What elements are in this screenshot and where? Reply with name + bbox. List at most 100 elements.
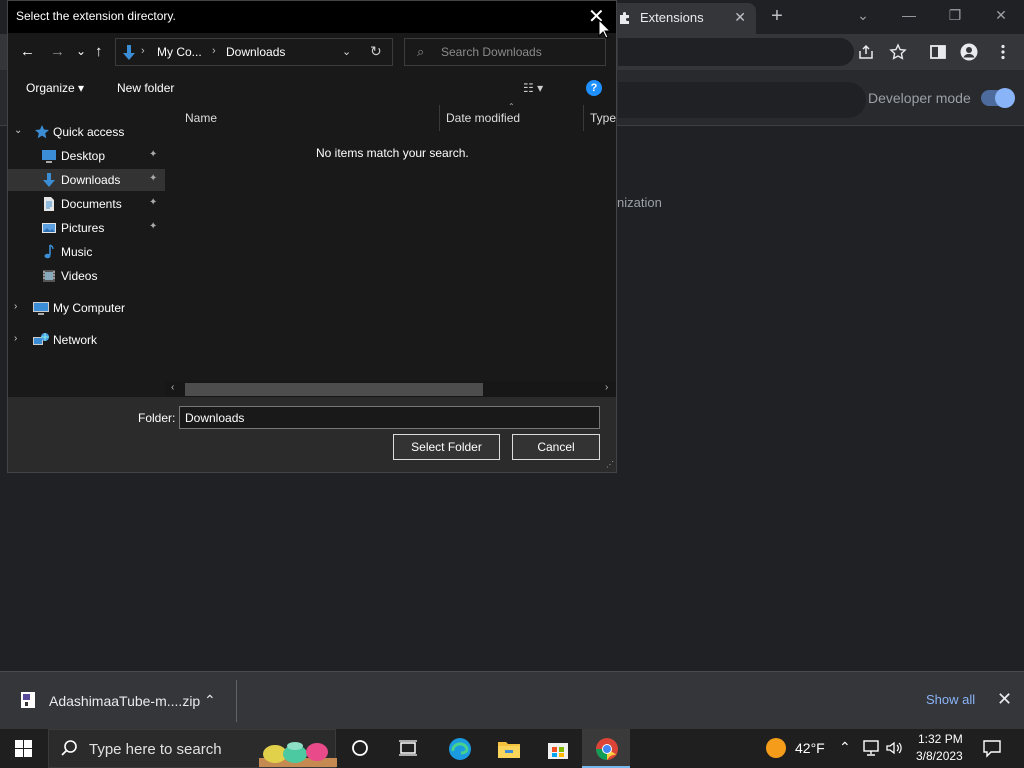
edge-app[interactable] bbox=[435, 729, 483, 768]
downloads-icon bbox=[43, 173, 55, 187]
clock-date[interactable]: 3/8/2023 bbox=[916, 749, 963, 763]
breadcrumb-separator: › bbox=[141, 45, 145, 57]
cortana-button[interactable] bbox=[336, 729, 384, 768]
column-separator[interactable] bbox=[583, 105, 584, 131]
developer-mode-toggle[interactable] bbox=[981, 88, 1015, 108]
scroll-right-icon[interactable]: › bbox=[605, 382, 608, 393]
back-arrow-icon[interactable]: ← bbox=[20, 43, 35, 60]
up-arrow-icon[interactable]: ↑ bbox=[95, 43, 103, 60]
task-view-button[interactable] bbox=[384, 729, 432, 768]
download-item[interactable]: AdashimaaTube-m....zip ⌃ bbox=[8, 682, 228, 720]
desktop-icon bbox=[42, 150, 56, 163]
minimize-icon[interactable]: — bbox=[894, 5, 924, 27]
tab-close-icon[interactable]: ✕ bbox=[734, 9, 746, 26]
omnibox[interactable] bbox=[618, 38, 854, 66]
bookmark-star-icon[interactable] bbox=[889, 43, 907, 61]
forward-arrow-icon[interactable]: → bbox=[50, 43, 65, 60]
tree-item-music[interactable]: Music bbox=[8, 241, 165, 263]
tree-item-documents[interactable]: Documents ✦ bbox=[8, 193, 165, 215]
horizontal-scrollbar[interactable]: ‹ › bbox=[165, 381, 616, 397]
breadcrumb-downloads[interactable]: Downloads bbox=[226, 45, 285, 59]
extensions-body-text: nization bbox=[617, 195, 662, 210]
address-dropdown-chevron-icon[interactable]: ⌄ bbox=[342, 45, 351, 58]
resize-grip-icon[interactable]: ⋰ bbox=[606, 460, 614, 469]
download-bar-close-icon[interactable]: ✕ bbox=[997, 689, 1012, 710]
address-bar[interactable]: › My Co... › Downloads ⌄ ↻ bbox=[115, 38, 393, 66]
tree-label: Music bbox=[61, 245, 93, 259]
organize-button[interactable]: Organize ▾ bbox=[26, 81, 84, 95]
pin-icon: ✦ bbox=[149, 149, 158, 160]
music-note-icon bbox=[44, 244, 54, 259]
weather-temperature[interactable]: 42°F bbox=[795, 740, 825, 756]
new-folder-button[interactable]: New folder bbox=[117, 81, 174, 95]
notification-icon[interactable] bbox=[982, 738, 1002, 758]
tab-search-icon[interactable]: ⌄ bbox=[848, 5, 878, 27]
tree-item-videos[interactable]: Videos bbox=[8, 265, 165, 287]
network-icon[interactable] bbox=[861, 739, 881, 757]
tree-item-downloads[interactable]: Downloads ✦ bbox=[8, 169, 165, 191]
tree-item-quick-access[interactable]: ⌄ Quick access bbox=[8, 121, 165, 143]
tree-item-my-computer[interactable]: › My Computer bbox=[8, 297, 165, 319]
extensions-search-field[interactable] bbox=[618, 82, 866, 118]
dialog-titlebar[interactable]: Select the extension directory. ✕ bbox=[8, 1, 616, 33]
breadcrumb-my-computer[interactable]: My Co... bbox=[157, 45, 202, 59]
tree-item-desktop[interactable]: Desktop ✦ bbox=[8, 145, 165, 167]
weather-sun-icon[interactable] bbox=[766, 738, 786, 758]
file-explorer-app[interactable] bbox=[484, 729, 532, 768]
side-panel-icon[interactable] bbox=[929, 43, 947, 61]
column-separator[interactable] bbox=[439, 105, 440, 131]
tree-label: Videos bbox=[61, 269, 98, 283]
show-all-link[interactable]: Show all bbox=[926, 692, 975, 707]
column-header-type[interactable]: Type bbox=[590, 111, 616, 125]
column-header-date-modified[interactable]: Date modified bbox=[446, 111, 520, 125]
cancel-button[interactable]: Cancel bbox=[512, 434, 600, 460]
expand-chevron-icon[interactable]: › bbox=[14, 333, 17, 344]
new-tab-button[interactable]: + bbox=[766, 6, 788, 28]
dialog-title: Select the extension directory. bbox=[16, 9, 176, 23]
change-view-button[interactable]: ☷ ▾ bbox=[523, 81, 543, 95]
dialog-footer: Folder: Select Folder Cancel ⋰ bbox=[8, 397, 616, 472]
toggle-knob bbox=[995, 88, 1015, 108]
dialog-command-bar: Organize ▾ New folder ☷ ▾ ? bbox=[8, 71, 616, 105]
expand-chevron-icon[interactable]: ⌄ bbox=[14, 125, 22, 136]
start-button[interactable] bbox=[0, 729, 48, 768]
taskbar-search-box[interactable]: Type here to search bbox=[48, 729, 337, 768]
search-highlight-image bbox=[259, 742, 337, 767]
file-explorer-icon bbox=[498, 742, 520, 758]
tab-extensions[interactable]: Extensions ✕ bbox=[608, 3, 756, 34]
select-folder-dialog: Select the extension directory. ✕ ← → ⌄ … bbox=[7, 0, 617, 473]
window-close-icon[interactable]: ✕ bbox=[986, 5, 1016, 27]
volume-icon[interactable] bbox=[885, 739, 903, 757]
chrome-icon bbox=[596, 738, 618, 760]
zip-file-icon bbox=[21, 692, 35, 708]
expand-chevron-icon[interactable]: › bbox=[14, 301, 17, 312]
recent-locations-chevron-icon[interactable]: ⌄ bbox=[76, 44, 86, 58]
store-app[interactable] bbox=[533, 729, 581, 768]
column-header-name[interactable]: Name bbox=[185, 111, 217, 125]
select-folder-button[interactable]: Select Folder bbox=[393, 434, 500, 460]
help-icon[interactable]: ? bbox=[586, 80, 602, 96]
profile-avatar-icon[interactable] bbox=[960, 43, 978, 61]
star-icon bbox=[35, 125, 49, 139]
pictures-icon bbox=[42, 223, 56, 233]
download-options-chevron-icon[interactable]: ⌃ bbox=[204, 692, 216, 709]
chrome-app[interactable] bbox=[582, 729, 630, 768]
restore-icon[interactable]: ❐ bbox=[940, 5, 970, 27]
refresh-icon[interactable]: ↻ bbox=[370, 43, 382, 60]
developer-mode-label: Developer mode bbox=[868, 90, 971, 106]
tree-label: Documents bbox=[61, 197, 122, 211]
tree-item-pictures[interactable]: Pictures ✦ bbox=[8, 217, 165, 239]
tree-label: My Computer bbox=[53, 301, 126, 315]
breadcrumb-separator[interactable]: › bbox=[212, 45, 216, 57]
folder-name-input[interactable] bbox=[179, 406, 600, 429]
dialog-navigation-bar: ← → ⌄ ↑ › My Co... › Downloads ⌄ ↻ ⌕ bbox=[8, 33, 616, 71]
clock-time[interactable]: 1:32 PM bbox=[918, 732, 963, 746]
pin-icon: ✦ bbox=[149, 221, 158, 232]
tray-overflow-chevron-icon[interactable]: ⌃ bbox=[839, 739, 851, 756]
search-input[interactable] bbox=[441, 42, 601, 62]
tree-item-network[interactable]: › Network bbox=[8, 329, 165, 351]
share-icon[interactable] bbox=[857, 43, 875, 61]
chrome-menu-icon[interactable] bbox=[994, 43, 1012, 61]
scrollbar-thumb[interactable] bbox=[185, 383, 483, 396]
scroll-left-icon[interactable]: ‹ bbox=[171, 382, 174, 393]
